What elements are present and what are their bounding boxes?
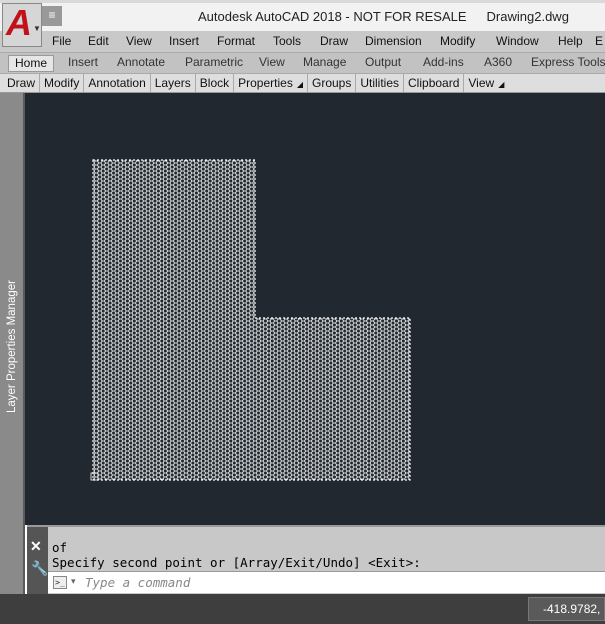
menu-edit[interactable]: Edit [88,34,109,48]
dialog-launcher-icon[interactable]: ◢ [498,80,504,89]
command-prompt-icon[interactable]: >_ [53,576,67,589]
chevron-down-icon[interactable]: ▾ [71,576,76,587]
command-history-line: of [52,540,68,555]
menu-draw[interactable]: Draw [320,34,348,48]
menu-file[interactable]: File [52,34,71,48]
tab-a360[interactable]: A360 [484,55,512,72]
coordinates-readout[interactable]: -418.9782, [528,597,605,621]
tab-output[interactable]: Output [365,55,401,72]
tab-annotate[interactable]: Annotate [117,55,165,72]
chevron-down-icon: ▼ [33,24,41,33]
panel-modify[interactable]: Modify [40,74,85,92]
menu-dimension[interactable]: Dimension [365,34,422,48]
hex-mesh-drawing [90,159,411,481]
menu-insert[interactable]: Insert [169,34,199,48]
panel-clipboard[interactable]: Clipboard [404,74,465,92]
panel-layers[interactable]: Layers [151,74,196,92]
tab-view[interactable]: View [259,55,285,72]
menu-format[interactable]: Format [217,34,255,48]
application-menu-button[interactable]: A ▼ [2,2,42,47]
panel-view[interactable]: View ◢ [464,74,508,92]
ribbon-panels: Draw Modify Annotation Layers Block Prop… [0,73,605,93]
panel-block[interactable]: Block [196,74,235,92]
palette-title: Layer Properties Manager [6,280,18,413]
command-input-box: >_ ▾ [48,571,605,593]
menu-express[interactable]: E [595,34,603,48]
layer-properties-palette[interactable]: Layer Properties Manager [0,93,25,594]
panel-draw[interactable]: Draw [3,74,41,92]
app-title: Autodesk AutoCAD 2018 - NOT FOR RESALE [198,9,467,24]
menu-view[interactable]: View [126,34,152,48]
panel-utilities[interactable]: Utilities [356,74,405,92]
autocad-logo-icon: A [6,2,32,43]
menu-help[interactable]: Help [558,34,583,48]
panel-properties[interactable]: Properties ◢ [234,74,308,92]
command-history-line: Specify second point or [Array/Exit/Undo… [52,555,421,570]
menu-modify[interactable]: Modify [440,34,475,48]
dialog-launcher-icon[interactable]: ◢ [297,80,303,89]
tab-add-ins[interactable]: Add-ins [423,55,464,72]
tab-manage[interactable]: Manage [303,55,346,72]
tab-parametric[interactable]: Parametric [185,55,243,72]
status-bar [0,594,605,624]
drawing-canvas[interactable] [25,93,605,525]
close-icon[interactable]: ✕ [30,538,42,555]
ribbon-tabs: Home Insert Annotate Parametric View Man… [0,52,605,73]
menu-bar: File Edit View Insert Format Tools Draw … [0,31,605,52]
document-name: Drawing2.dwg [486,9,569,24]
panel-groups[interactable]: Groups [308,74,357,92]
menu-window[interactable]: Window [496,34,539,48]
quick-access-toolbar-button[interactable]: ≡ [42,6,62,26]
panel-view-label: View [468,76,495,90]
command-input[interactable] [85,575,485,590]
window-title: Autodesk AutoCAD 2018 - NOT FOR RESALE Dr… [198,9,589,24]
panel-properties-label: Properties [238,76,293,90]
panel-annotation[interactable]: Annotation [84,74,151,92]
wrench-icon[interactable]: 🔧 [31,560,48,577]
tab-insert[interactable]: Insert [68,55,98,72]
tab-express-tools[interactable]: Express Tools [531,55,605,72]
tab-home[interactable]: Home [8,55,55,72]
menu-tools[interactable]: Tools [273,34,301,48]
